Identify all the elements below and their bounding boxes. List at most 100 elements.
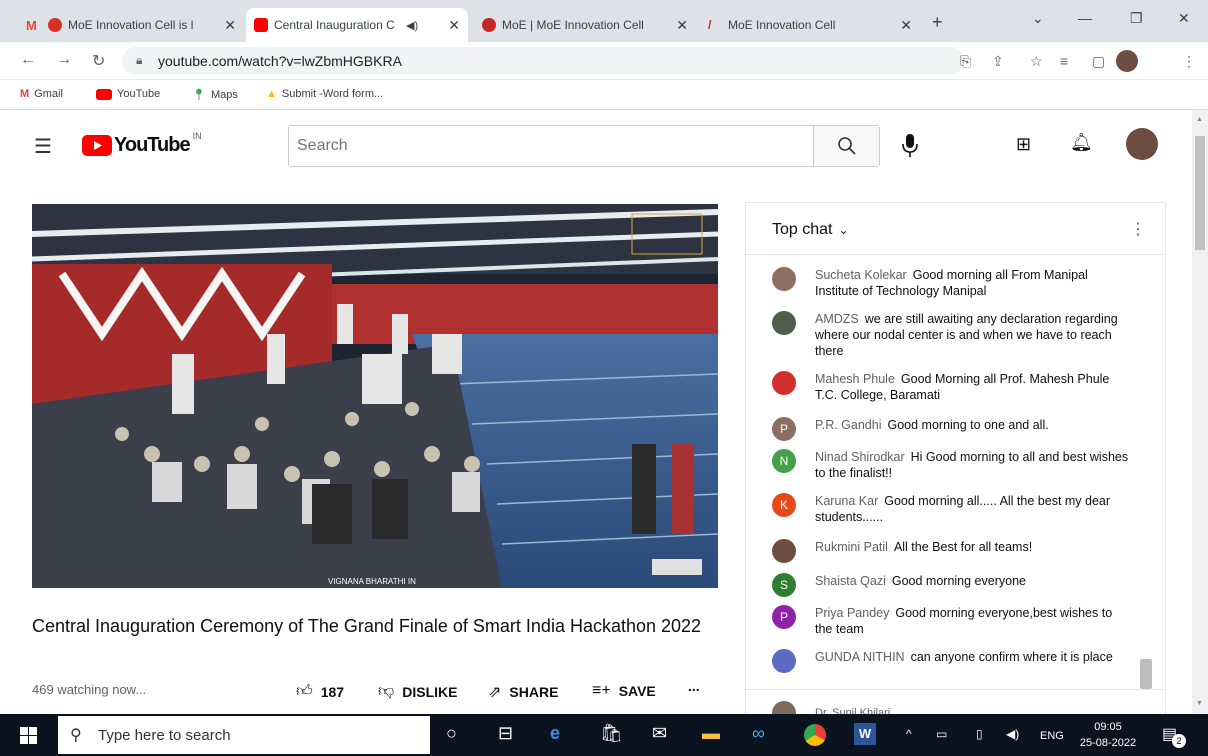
search-button[interactable] [813,126,879,166]
install-icon[interactable]: ⎘ [960,53,971,70]
clock-time: 09:05 [1094,721,1122,733]
bookmark-label: YouTube [117,88,161,100]
chat-message[interactable]: AMDZS we are still awaiting any declarati… [772,311,1132,359]
bookmark-youtube[interactable]: YouTube [96,88,160,100]
profile-avatar[interactable] [1116,50,1138,72]
youtube-logo[interactable]: YouTube IN [82,130,202,157]
chat-avatar: S [772,573,796,597]
new-tab-button[interactable]: + [932,12,943,33]
chat-message[interactable]: Sucheta Kolekar Good morning all From Man… [772,267,1132,299]
more-actions-button[interactable]: ... [688,678,700,694]
logo-region: IN [192,130,202,141]
file-explorer-icon[interactable]: ▬ [702,723,720,744]
hamburger-menu-icon[interactable]: ☰ [34,134,52,159]
share-button[interactable]: ⇗ SHARE [488,682,558,702]
like-button[interactable]: 👍︎ 187 [296,682,344,701]
logo-text: YouTube [114,134,191,156]
chat-message[interactable]: S Shaista Qazi Good morning everyone [772,573,1132,597]
network-icon[interactable]: ▯ [976,727,983,741]
task-view-icon[interactable]: ⊟ [498,723,513,744]
tab-moe-innovation-cell-3[interactable]: / MoE Innovation Cell ✕ [700,8,920,42]
save-button[interactable]: ≡+ SAVE [592,682,656,700]
chat-text: can anyone confirm where it is place [910,650,1113,664]
notification-center-button[interactable]: ▤ 2 [1162,724,1186,748]
youtube-icon [254,18,268,32]
chat-message[interactable]: P Priya Pandey Good morning everyone,best … [772,605,1132,637]
tab-moe-innovation-cell-2[interactable]: MoE | MoE Innovation Cell ✕ [474,8,696,42]
maps-icon: 📍︎ [192,89,206,101]
word-icon[interactable]: W [854,723,876,745]
app-icon[interactable]: ∞ [752,723,765,744]
chat-scrollbar-thumb[interactable] [1140,659,1152,689]
scroll-down-arrow-icon[interactable]: ▼ [1196,700,1203,707]
chat-message[interactable]: K Karuna Kar Good morning all..... All the… [772,493,1132,525]
notifications-bell-icon[interactable]: 🔔︎ [1070,132,1093,153]
tab-close-icon[interactable]: ✕ [448,17,460,34]
video-title: Central Inauguration Ceremony of The Gra… [32,616,702,636]
reading-list-icon[interactable]: ≡ [1060,53,1068,69]
back-icon[interactable]: ← [20,51,36,69]
account-avatar[interactable] [1126,128,1158,160]
chrome-icon[interactable] [804,724,826,746]
volume-icon[interactable]: ◀) [1006,727,1019,741]
chat-message-body: Karuna Kar Good morning all..... All the … [815,493,1132,525]
store-icon[interactable]: 🛍︎ [600,723,623,744]
windows-start-icon[interactable] [20,727,37,744]
taskbar-search-box[interactable]: ⚲ Type here to search [58,716,430,754]
address-bar[interactable]: 🔒︎ youtube.com/watch?v=lwZbmHGBKRA [122,47,964,75]
bookmark-maps[interactable]: 📍︎ Maps [192,88,238,102]
video-player[interactable]: VIGNANA BHARATHI IN [32,204,718,588]
tab-close-icon[interactable]: ✕ [224,17,236,34]
clock[interactable]: 09:05 25-08-2022 [1076,719,1140,751]
chat-avatar: P [772,605,796,629]
tab-moe-innovation-cell-1[interactable]: M MoE Innovation Cell is l ✕ [18,8,244,42]
battery-icon[interactable]: ▭ [936,727,947,741]
show-hidden-icons-icon[interactable]: ^ [906,727,912,741]
browser-tab-bar: M MoE Innovation Cell is l ✕ Central Ina… [0,0,1208,42]
voice-search-button[interactable] [898,132,922,165]
forward-icon[interactable]: → [56,51,72,69]
mail-icon[interactable]: ✉︎ [652,723,667,744]
bookmark-label: Maps [210,88,238,101]
tab-central-inauguration[interactable]: Central Inauguration C ◀) ✕ [246,8,468,42]
language-indicator[interactable]: ENG [1040,730,1064,742]
tab-search-icon[interactable]: ⌄ [1032,10,1044,27]
close-window-icon[interactable]: ✕ [1178,10,1190,27]
search-input[interactable] [289,126,813,166]
chat-avatar [772,267,796,291]
edge-icon[interactable]: e [550,723,560,744]
chat-author: Ninad Shirodkar [815,450,905,464]
bookmark-gmail[interactable]: M Gmail [20,88,63,100]
chat-author: Mahesh Phule [815,372,895,386]
bookmark-submit-word-form[interactable]: ▲ Submit -Word form... [266,88,383,100]
notification-badge: 2 [1172,734,1186,748]
cortana-icon[interactable]: ○ [446,723,457,744]
page-scrollbar[interactable]: ▲ ▼ [1192,110,1208,714]
menu-dots-icon[interactable]: ⋮ [1182,53,1196,70]
tab-close-icon[interactable]: ✕ [900,17,912,34]
chat-message[interactable]: Rukmini Patil All the Best for all teams! [772,539,1132,563]
reload-icon[interactable]: ↻ [92,51,105,71]
chat-message[interactable]: P P.R. Gandhi Good morning to one and all. [772,417,1132,441]
chat-message[interactable]: GUNDA NITHIN can anyone confirm where it … [772,649,1132,673]
chat-author: Shaista Qazi [815,574,886,588]
share-label: SHARE [509,684,559,700]
create-video-icon[interactable]: ⊞ [1016,134,1031,155]
page-scrollbar-thumb[interactable] [1195,136,1205,250]
share-icon[interactable]: ⇪ [992,53,1004,70]
bookmark-star-icon[interactable]: ☆ [1030,53,1043,70]
tab-close-icon[interactable]: ✕ [676,17,688,34]
scroll-up-arrow-icon[interactable]: ▲ [1196,116,1203,123]
chat-message[interactable]: N Ninad Shirodkar Hi Good morning to all a… [772,449,1132,481]
dislike-button[interactable]: 👎︎ DISLIKE [378,682,457,701]
side-panel-icon[interactable]: ▢ [1092,53,1105,70]
chat-author: Priya Pandey [815,606,890,620]
chat-message[interactable]: Mahesh Phule Good Morning all Prof. Mahes… [772,371,1132,403]
chat-menu-icon[interactable]: ⋮ [1130,219,1146,239]
top-chat-dropdown[interactable]: Top chat ⌄ [772,221,849,239]
bookmarks-bar: M Gmail YouTube 📍︎ Maps ▲ Submit -Word f… [0,80,1208,110]
minimize-icon[interactable]: — [1078,10,1092,26]
speaker-icon[interactable]: ◀) [406,19,418,32]
restore-icon[interactable]: ❐ [1130,10,1143,27]
chat-avatar: N [772,449,796,473]
